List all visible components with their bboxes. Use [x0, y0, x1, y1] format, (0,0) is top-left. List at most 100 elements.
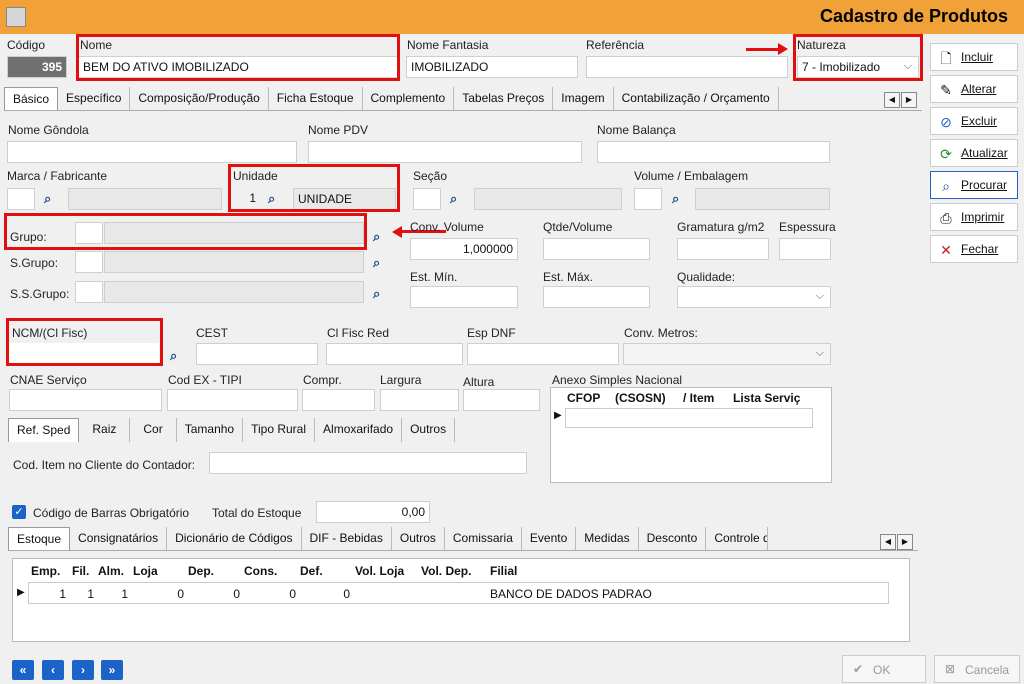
tab-especifico[interactable]: Específico [58, 87, 131, 110]
gondola-field[interactable] [7, 141, 297, 163]
tab-contabilizacao[interactable]: Contabilização / Orçamento [613, 87, 779, 110]
btab-desconto[interactable]: Desconto [638, 527, 707, 550]
btab-outros[interactable]: Outros [391, 527, 445, 550]
bottom-tabs: Estoque Consignatários Dicionário de Cód… [8, 527, 918, 551]
secao-code[interactable] [413, 188, 441, 210]
est-max-label: Est. Máx. [543, 270, 594, 284]
binoculars-icon[interactable]: ⌕ [373, 286, 380, 302]
checkbox-checked-icon[interactable]: ✓ [12, 505, 26, 519]
prev-record-icon[interactable]: ‹ [42, 660, 64, 680]
btab-controle[interactable]: Controle d [706, 527, 769, 550]
alterar-button[interactable]: ✎ Alterar [930, 75, 1018, 103]
cod-item-contador-field[interactable] [209, 452, 527, 474]
cl-fisc-red-field[interactable] [326, 343, 463, 365]
edit-icon: ✎ [940, 82, 952, 98]
binoculars-icon[interactable]: ⌕ [450, 191, 457, 207]
cest-field[interactable] [196, 343, 318, 365]
gondola-label: Nome Gôndola [8, 123, 89, 137]
btab-dicionario[interactable]: Dicionário de Códigos [167, 527, 302, 550]
conv-volume-label: Conv. Volume [410, 220, 484, 234]
espessura-field[interactable] [779, 238, 831, 260]
btab-estoque[interactable]: Estoque [8, 527, 71, 550]
binoculars-icon[interactable]: ⌕ [373, 255, 380, 271]
binoculars-icon[interactable]: ⌕ [170, 348, 177, 364]
subtab-almoxarifado[interactable]: Almoxarifado [315, 418, 403, 442]
sgrupo-code[interactable] [75, 251, 103, 273]
ok-button[interactable]: ✔ OK [842, 655, 926, 683]
atualizar-label: Atualizar [961, 146, 1008, 160]
tab-imagem[interactable]: Imagem [553, 87, 614, 110]
subtab-raiz[interactable]: Raiz [79, 418, 131, 442]
ssgrupo-label: S.S.Grupo: [10, 287, 70, 301]
est-max-field[interactable] [543, 286, 650, 308]
gramatura-label: Gramatura g/m2 [677, 220, 765, 234]
arrow-head [392, 226, 402, 238]
compr-field[interactable] [302, 389, 375, 411]
btab-medidas[interactable]: Medidas [576, 527, 639, 550]
qtde-volume-field[interactable] [543, 238, 650, 260]
binoculars-icon[interactable]: ⌕ [672, 191, 679, 207]
tab-composicao[interactable]: Composição/Produção [130, 87, 269, 110]
balanca-field[interactable] [597, 141, 830, 163]
imprimir-button[interactable]: ⎙ Imprimir [930, 203, 1018, 231]
subtab-tamanho[interactable]: Tamanho [176, 418, 244, 442]
qualidade-label: Qualidade: [677, 270, 736, 284]
refresh-icon: ⟳ [940, 146, 952, 162]
first-record-icon[interactable]: « [12, 660, 34, 680]
referencia-field[interactable] [586, 56, 788, 78]
binoculars-icon[interactable]: ⌕ [44, 191, 51, 207]
marca-desc [68, 188, 222, 210]
altura-field[interactable] [463, 389, 540, 411]
main-tabs: Básico Específico Composição/Produção Fi… [4, 87, 922, 111]
tab-ficha-estoque[interactable]: Ficha Estoque [268, 87, 363, 110]
gramatura-field[interactable] [677, 238, 769, 260]
btab-evento[interactable]: Evento [521, 527, 577, 550]
esp-dnf-field[interactable] [467, 343, 619, 365]
anexo-row[interactable] [565, 408, 813, 428]
subtab-ref-sped[interactable]: Ref. Sped [8, 418, 80, 442]
espessura-label: Espessura [779, 220, 836, 234]
tab-scroll-right-icon[interactable]: ▶ [901, 92, 917, 108]
incluir-button[interactable]: 🗋 Incluir [930, 43, 1018, 71]
qualidade-select[interactable]: ⌵ [677, 286, 831, 308]
conv-metros-select[interactable]: ⌵ [623, 343, 831, 365]
alterar-label: Alterar [961, 82, 997, 96]
tab-tabelas-precos[interactable]: Tabelas Preços [454, 87, 554, 110]
codigo-field[interactable]: 395 [7, 56, 67, 78]
tab-basico[interactable]: Básico [4, 87, 59, 110]
cod-ex-field[interactable] [167, 389, 298, 411]
subtab-outros[interactable]: Outros [402, 418, 456, 442]
qtde-volume-label: Qtde/Volume [543, 220, 613, 234]
excluir-button[interactable]: ⊘ Excluir [930, 107, 1018, 135]
next-record-icon[interactable]: › [72, 660, 94, 680]
est-min-field[interactable] [410, 286, 518, 308]
pdv-field[interactable] [308, 141, 582, 163]
tab-scroll-left-icon[interactable]: ◀ [880, 534, 896, 550]
largura-field[interactable] [380, 389, 459, 411]
subtab-tipo-rural[interactable]: Tipo Rural [243, 418, 316, 442]
tab-scroll-right-icon[interactable]: ▶ [897, 534, 913, 550]
cod-barras-label: Código de Barras Obrigatório [33, 506, 190, 520]
fechar-button[interactable]: ✕ Fechar [930, 235, 1018, 263]
conv-volume-field[interactable]: 1,000000 [410, 238, 518, 260]
fantasia-field[interactable]: IMOBILIZADO [406, 56, 578, 78]
btab-dif-bebidas[interactable]: DIF - Bebidas [301, 527, 392, 550]
marca-code[interactable] [7, 188, 35, 210]
chevron-down-icon: ⌵ [815, 347, 824, 359]
subtab-cor[interactable]: Cor [130, 418, 177, 442]
cancela-button[interactable]: ⊠ Cancela [934, 655, 1020, 683]
cnae-field[interactable] [9, 389, 162, 411]
atualizar-button[interactable]: ⟳ Atualizar [930, 139, 1018, 167]
ssgrupo-code[interactable] [75, 281, 103, 303]
btab-consignatarios[interactable]: Consignatários [70, 527, 168, 550]
volume-code[interactable] [634, 188, 662, 210]
referencia-label: Referência [586, 38, 645, 52]
last-record-icon[interactable]: » [101, 660, 123, 680]
btab-comissaria[interactable]: Comissaria [444, 527, 522, 550]
cell-emp: 1 [59, 587, 66, 601]
balanca-label: Nome Balança [597, 123, 676, 137]
procurar-button[interactable]: ⌕ Procurar [930, 171, 1018, 199]
tab-complemento[interactable]: Complemento [362, 87, 455, 110]
binoculars-icon[interactable]: ⌕ [373, 229, 380, 245]
tab-scroll-left-icon[interactable]: ◀ [884, 92, 900, 108]
